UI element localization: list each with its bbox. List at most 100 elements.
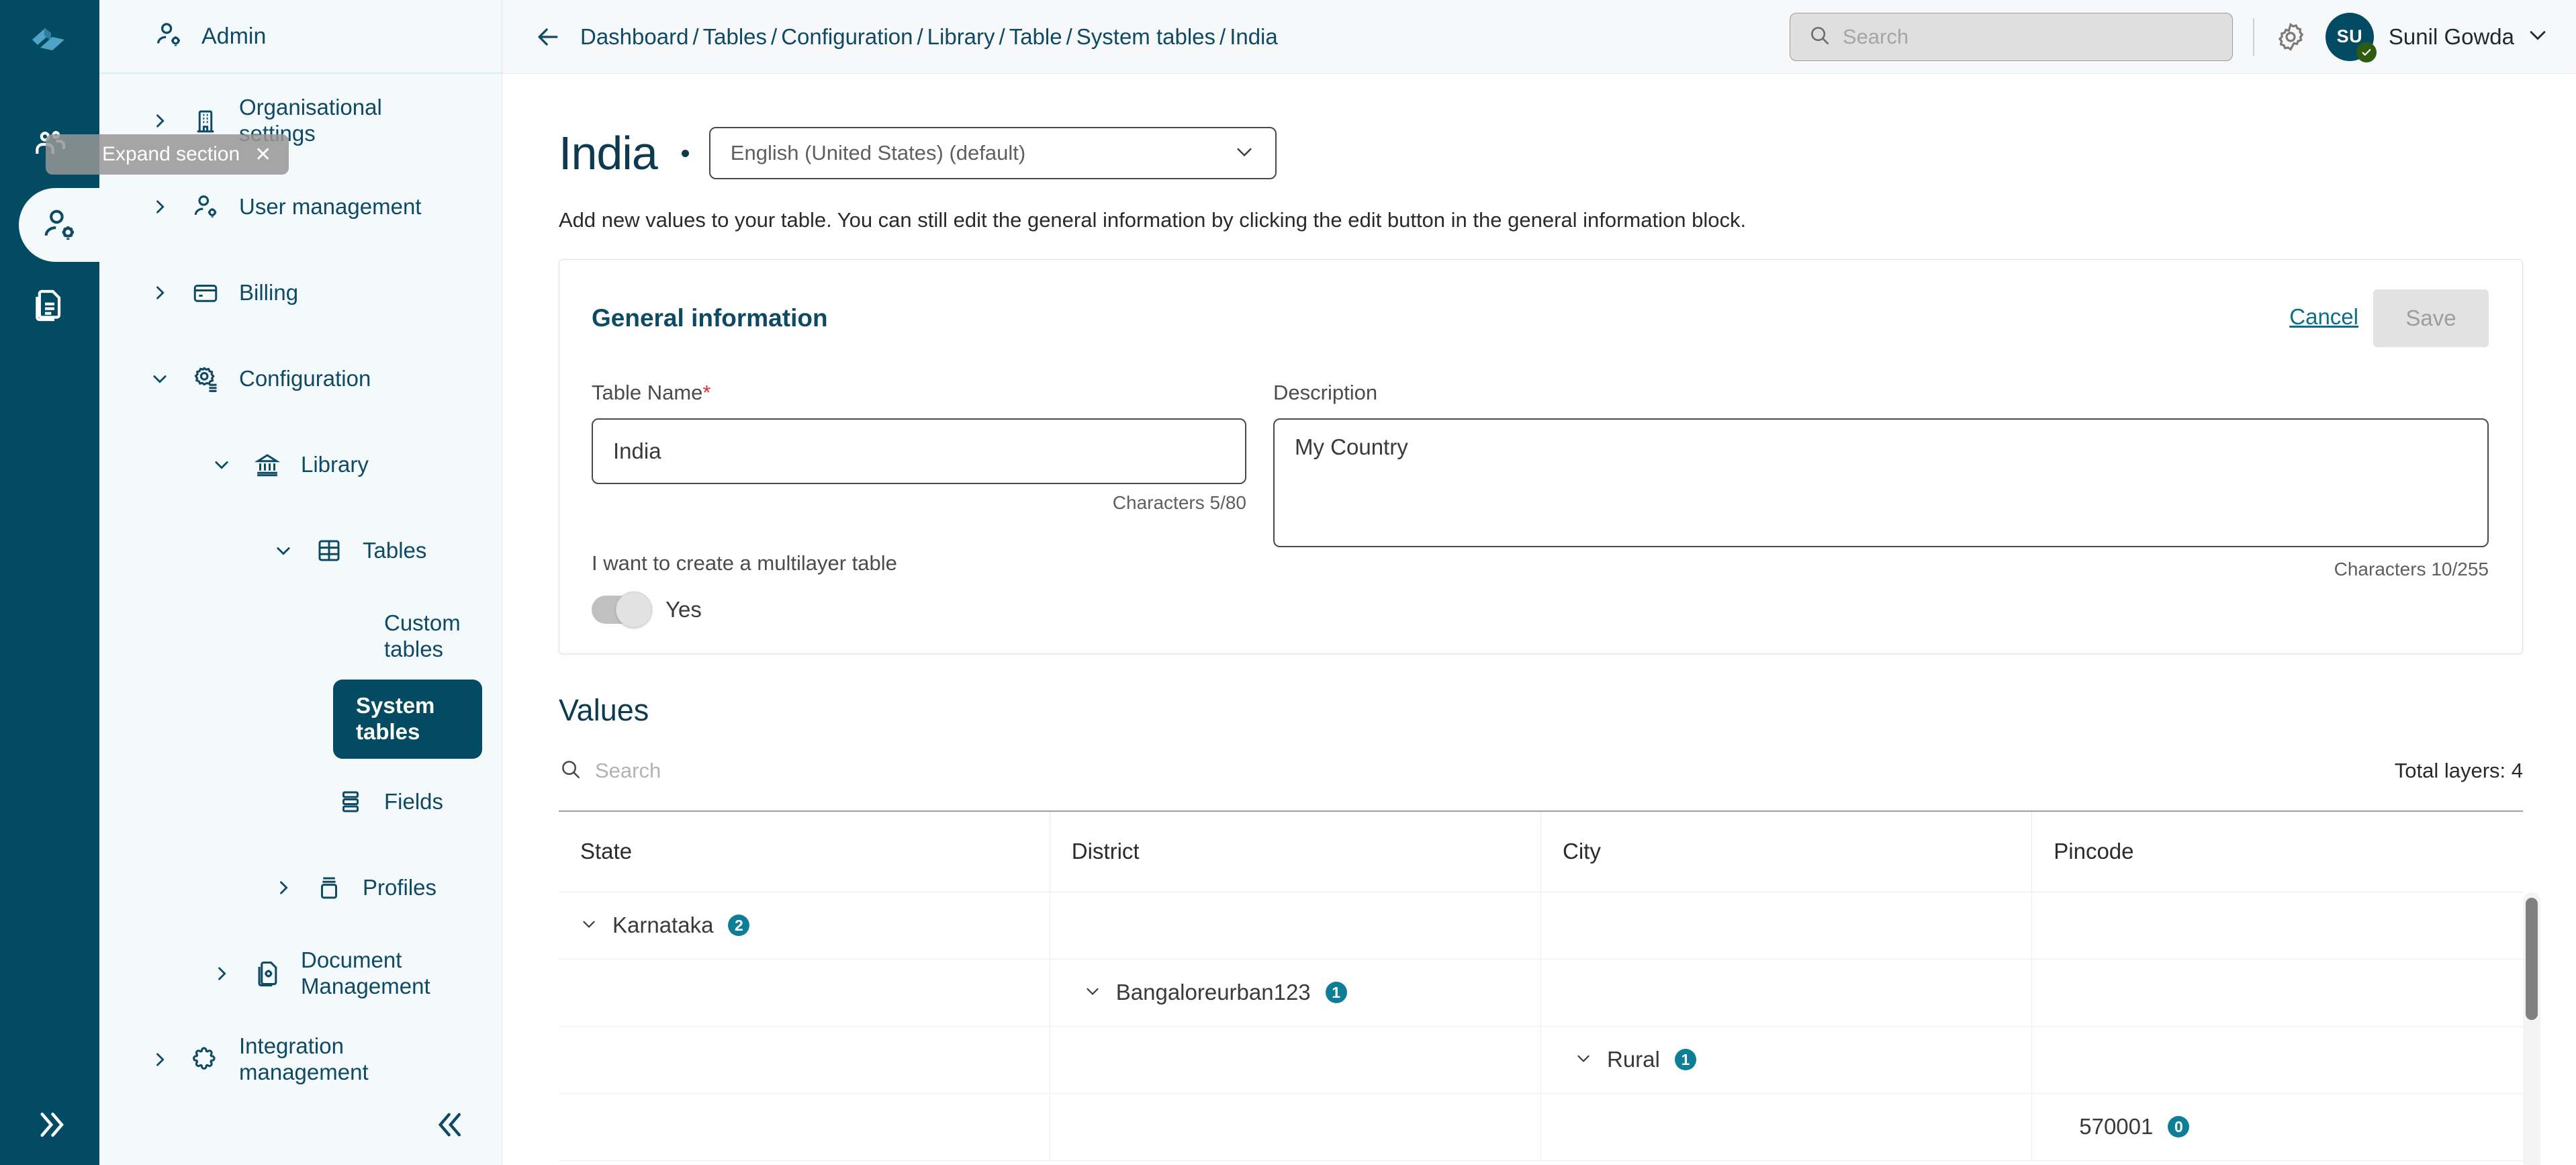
sidebar-item-library[interactable]: Library [99,422,502,508]
sidebar-item-custom-tables[interactable]: Custom tables [99,594,502,680]
values-table-wrap: State District City Pincode Karnataka 2 … [559,810,2540,1165]
values-table-body: Karnataka 2 Bangaloreurban123 1 Rural 1 … [559,892,2523,1161]
breadcrumb-separator: / [1220,24,1226,49]
cell-pincode [2031,892,2523,960]
page-title: India [559,127,658,179]
breadcrumb-item[interactable]: Table [1009,24,1062,49]
card-title: General information [592,304,828,332]
tree-node-rural[interactable]: Rural 1 [1563,1047,2031,1072]
documents-icon [31,287,68,324]
breadcrumb-item[interactable]: Dashboard [580,24,688,49]
breadcrumb-item[interactable]: Tables [703,24,767,49]
rail-item-documents[interactable] [0,269,99,342]
tree-node-karnataka[interactable]: Karnataka 2 [580,913,1050,938]
table-row: 570001 0 [559,1093,2523,1161]
sidebar-item-system-tables[interactable]: System tables [333,680,482,759]
node-label: Bangaloreurban123 [1115,980,1311,1005]
global-search[interactable] [1789,12,2233,61]
chevron-down-icon [1234,141,1255,166]
chevron-right-icon[interactable] [148,283,172,302]
chevron-right-icon[interactable] [148,1050,172,1069]
sidebar-item-label: Tables [363,537,427,563]
cell-district [1050,1093,1542,1161]
chevron-right-icon[interactable] [271,878,295,897]
sidebar-item-label: Configuration [239,365,371,391]
table-name-input[interactable] [592,418,1246,484]
sidebar-item-configuration[interactable]: Configuration [99,336,502,422]
gear-icon[interactable] [2274,21,2307,53]
rail-item-admin[interactable] [19,188,99,262]
breadcrumb-separator: / [999,24,1005,49]
chevron-right-icon[interactable] [210,964,234,983]
cell-district [1050,1026,1542,1094]
topbar-right: SU Sunil Gowda [1789,12,2549,62]
tree-node-570001[interactable]: 570001 0 [2054,1114,2523,1139]
values-section-title: Values [559,693,649,727]
card-actions: Cancel Save [2289,289,2489,347]
table-scrollbar[interactable] [2523,892,2540,1165]
breadcrumb-separator: / [692,24,699,49]
expand-section-tooltip[interactable]: Expand section ✕ [46,134,289,175]
breadcrumb-item[interactable]: System tables [1076,24,1215,49]
chevron-down-icon[interactable] [148,369,172,388]
language-select[interactable]: English (United States) (default) [708,127,1277,179]
sidebar-item-document-management[interactable]: Document Management [99,931,502,1017]
values-table: State District City Pincode Karnataka 2 … [559,810,2523,1161]
search-icon [1808,24,1831,50]
puzzle-icon [188,1045,223,1074]
cell-district [1050,892,1542,960]
sidebar-item-user-management[interactable]: User management [99,164,502,250]
chevron-down-icon[interactable] [1084,980,1101,1005]
node-label: Karnataka [612,913,714,937]
description-textarea[interactable] [1273,418,2489,547]
child-count-badge: 2 [728,915,750,936]
chevron-down-icon[interactable] [1575,1047,1592,1072]
expand-rail-button[interactable] [0,1099,99,1153]
chevron-right-icon[interactable] [148,111,172,130]
child-count-badge: 0 [2168,1116,2190,1137]
tooltip-label: Expand section [102,143,240,165]
description-counter: Characters 10/255 [2334,559,2489,579]
gear-list-icon [188,364,223,393]
tree-node-bangaloreurban123[interactable]: Bangaloreurban123 1 [1072,980,1540,1005]
values-search-input[interactable] [595,758,944,783]
table-name-label-text: Table Name [592,381,703,404]
chevron-right-icon[interactable] [148,197,172,216]
page-title-row: India English (United States) (default) [559,74,2576,180]
breadcrumb-item[interactable]: Configuration [781,24,913,49]
sidebar-item-fields[interactable]: Fields [99,759,502,845]
table-scrollbar-thumb[interactable] [2526,898,2538,1020]
search-icon [559,757,582,784]
sidebar-item-integration-management[interactable]: Integration management [99,1017,502,1103]
sidebar-item-tables[interactable]: Tables [99,508,502,594]
table-row: Rural 1 [559,1026,2523,1094]
avatar[interactable]: SU [2325,12,2377,62]
column-header-city: City [1540,811,2033,892]
close-icon[interactable]: ✕ [255,143,271,167]
table-row: Karnataka 2 [559,892,2523,960]
breadcrumb-item[interactable]: Library [927,24,995,49]
multilayer-toggle[interactable] [592,592,652,628]
fields-icon [333,788,368,816]
breadcrumb-separator: / [771,24,778,49]
sidebar-item-profiles[interactable]: Profiles [99,845,502,931]
chevron-down-icon[interactable] [580,913,598,938]
sidebar-nav: Organisational settings User management [99,74,502,1103]
values-search[interactable] [559,757,944,784]
save-button[interactable]: Save [2373,289,2489,347]
collapse-sidebar-button[interactable] [425,1099,479,1153]
table-name-label: Table Name* [592,381,1254,405]
sidebar-item-billing[interactable]: Billing [99,250,502,336]
chevron-down-icon[interactable] [271,541,295,560]
cube-logo-icon[interactable] [20,17,81,58]
sidebar-item-label: User management [239,193,422,219]
chevron-down-icon[interactable] [210,455,234,474]
cancel-button[interactable]: Cancel [2289,304,2358,332]
chevron-down-icon[interactable] [2526,24,2549,50]
search-input[interactable] [1842,24,2215,49]
child-count-badge: 1 [1674,1049,1696,1070]
breadcrumb-separator: / [917,24,923,49]
cell-pincode: 570001 0 [2031,1093,2523,1161]
arrow-left-icon[interactable] [533,22,563,52]
cell-city: Rural 1 [1540,1026,2033,1094]
